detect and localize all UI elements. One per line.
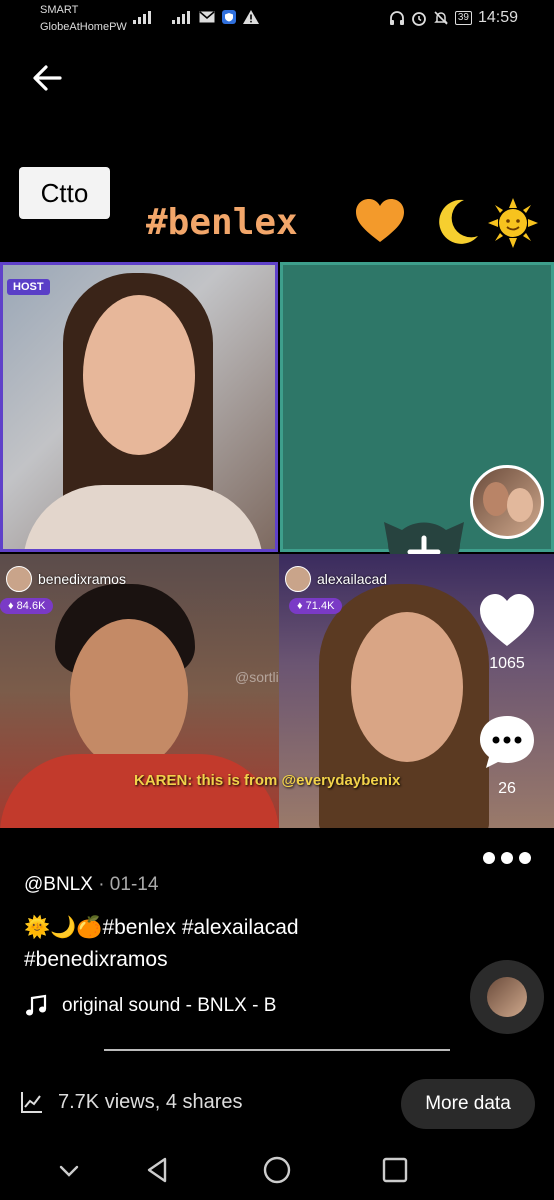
- guest1-diamond-count: ♦ 84.6K: [0, 598, 54, 614]
- like-count: 1065: [489, 655, 525, 672]
- more-dot-icon: [483, 852, 495, 864]
- post-date: · 01-14: [98, 874, 159, 895]
- guest2-user-tag: alexailacad: [285, 566, 387, 592]
- system-nav-bar: [0, 1140, 554, 1200]
- views-shares-text: 7.7K views, 4 shares: [58, 1090, 243, 1113]
- more-options-button[interactable]: [478, 849, 536, 867]
- sound-row[interactable]: original sound - BNLX - B: [24, 994, 276, 1018]
- guest2-username: alexailacad: [317, 571, 388, 587]
- mute-bell-icon: [434, 11, 448, 25]
- crescent-moon-icon: [439, 199, 478, 244]
- video-player[interactable]: Ctto #benlex HOST benedixramos ♦ 84.6K @…: [0, 140, 554, 828]
- post-caption: 🌞🌙🍊#benlex #alexailacad #benedixramos: [24, 912, 424, 976]
- notification-icons: [199, 9, 259, 25]
- carrier-name: SMART: [40, 4, 79, 16]
- music-note-icon: [26, 994, 47, 1016]
- warning-icon: [243, 10, 259, 24]
- carrier-label: SMART GlobeAtHomePW: [40, 4, 127, 34]
- sound-name: original sound - BNLX - B: [62, 995, 277, 1016]
- creator-avatar[interactable]: [470, 465, 544, 539]
- author-line: @BNLX · 01-14: [24, 874, 158, 896]
- system-status: 39 14:59: [389, 9, 518, 27]
- shield-icon: [222, 10, 236, 24]
- guest1-avatar: [6, 566, 32, 592]
- alarm-icon: [411, 12, 426, 26]
- stats-row: 7.7K views, 4 shares: [20, 1090, 243, 1114]
- guest2-face: [351, 612, 463, 762]
- nav-home-circle-icon[interactable]: [262, 1155, 292, 1185]
- ctto-sticker: Ctto: [19, 167, 110, 219]
- live-comment-overlay: KAREN: this is from @everydaybenix: [134, 772, 401, 789]
- guest1-shirt: [0, 754, 279, 828]
- host-badge: HOST: [7, 279, 50, 295]
- more-dot-icon: [519, 852, 531, 864]
- cell-signal-icon: [133, 10, 151, 24]
- nav-recents-square-icon[interactable]: [380, 1155, 410, 1185]
- music-disc-cover: [487, 977, 527, 1017]
- mail-icon: [199, 11, 215, 23]
- back-arrow-icon: [33, 65, 62, 91]
- video-watermark: @sortlitz: [235, 669, 279, 685]
- guest2-diamond-count: ♦ 71.4K: [289, 598, 343, 614]
- clock: 14:59: [477, 9, 518, 26]
- author-handle[interactable]: @BNLX: [24, 874, 93, 895]
- guest1-face: [70, 619, 188, 769]
- comment-count: 26: [498, 780, 516, 797]
- hide-nav-chevron-icon[interactable]: [54, 1155, 84, 1185]
- more-data-button[interactable]: More data: [401, 1079, 535, 1129]
- video-progress-bar[interactable]: [104, 1049, 450, 1051]
- back-button[interactable]: [28, 58, 68, 98]
- headphones-icon: [389, 11, 404, 25]
- like-heart-icon[interactable]: [478, 592, 536, 648]
- cell-signal-2-icon: [172, 10, 190, 24]
- nav-back-triangle-icon[interactable]: [143, 1155, 173, 1185]
- caption-line-1[interactable]: 🌞🌙🍊#benlex #alexailacad: [24, 912, 424, 944]
- orange-heart-icon: [356, 199, 404, 242]
- sun-face-icon: [488, 198, 538, 248]
- guest1-username: benedixramos: [38, 571, 126, 587]
- guest2-count-value: 71.4K: [305, 600, 335, 612]
- avatar-person-1: [483, 482, 509, 516]
- analytics-chart-icon: [21, 1092, 42, 1113]
- avatar-person-2: [507, 488, 533, 522]
- guest2-avatar: [285, 566, 311, 592]
- host-face: [83, 295, 195, 455]
- music-disc[interactable]: [470, 960, 544, 1034]
- more-dot-icon: [501, 852, 513, 864]
- host-shoulder: [23, 485, 263, 549]
- comment-icon[interactable]: [478, 714, 536, 770]
- wifi-network-name: GlobeAtHomePW: [40, 21, 127, 33]
- guest1-count-value: 84.6K: [16, 600, 46, 612]
- status-bar: SMART GlobeAtHomePW 39 14:59: [0, 0, 554, 40]
- video-hashtag-title: #benlex: [146, 202, 298, 243]
- guest1-user-tag: benedixramos: [6, 566, 126, 592]
- host-video-tile[interactable]: HOST: [0, 262, 278, 552]
- battery-icon: 39: [454, 11, 472, 25]
- caption-line-2[interactable]: #benedixramos: [24, 944, 424, 976]
